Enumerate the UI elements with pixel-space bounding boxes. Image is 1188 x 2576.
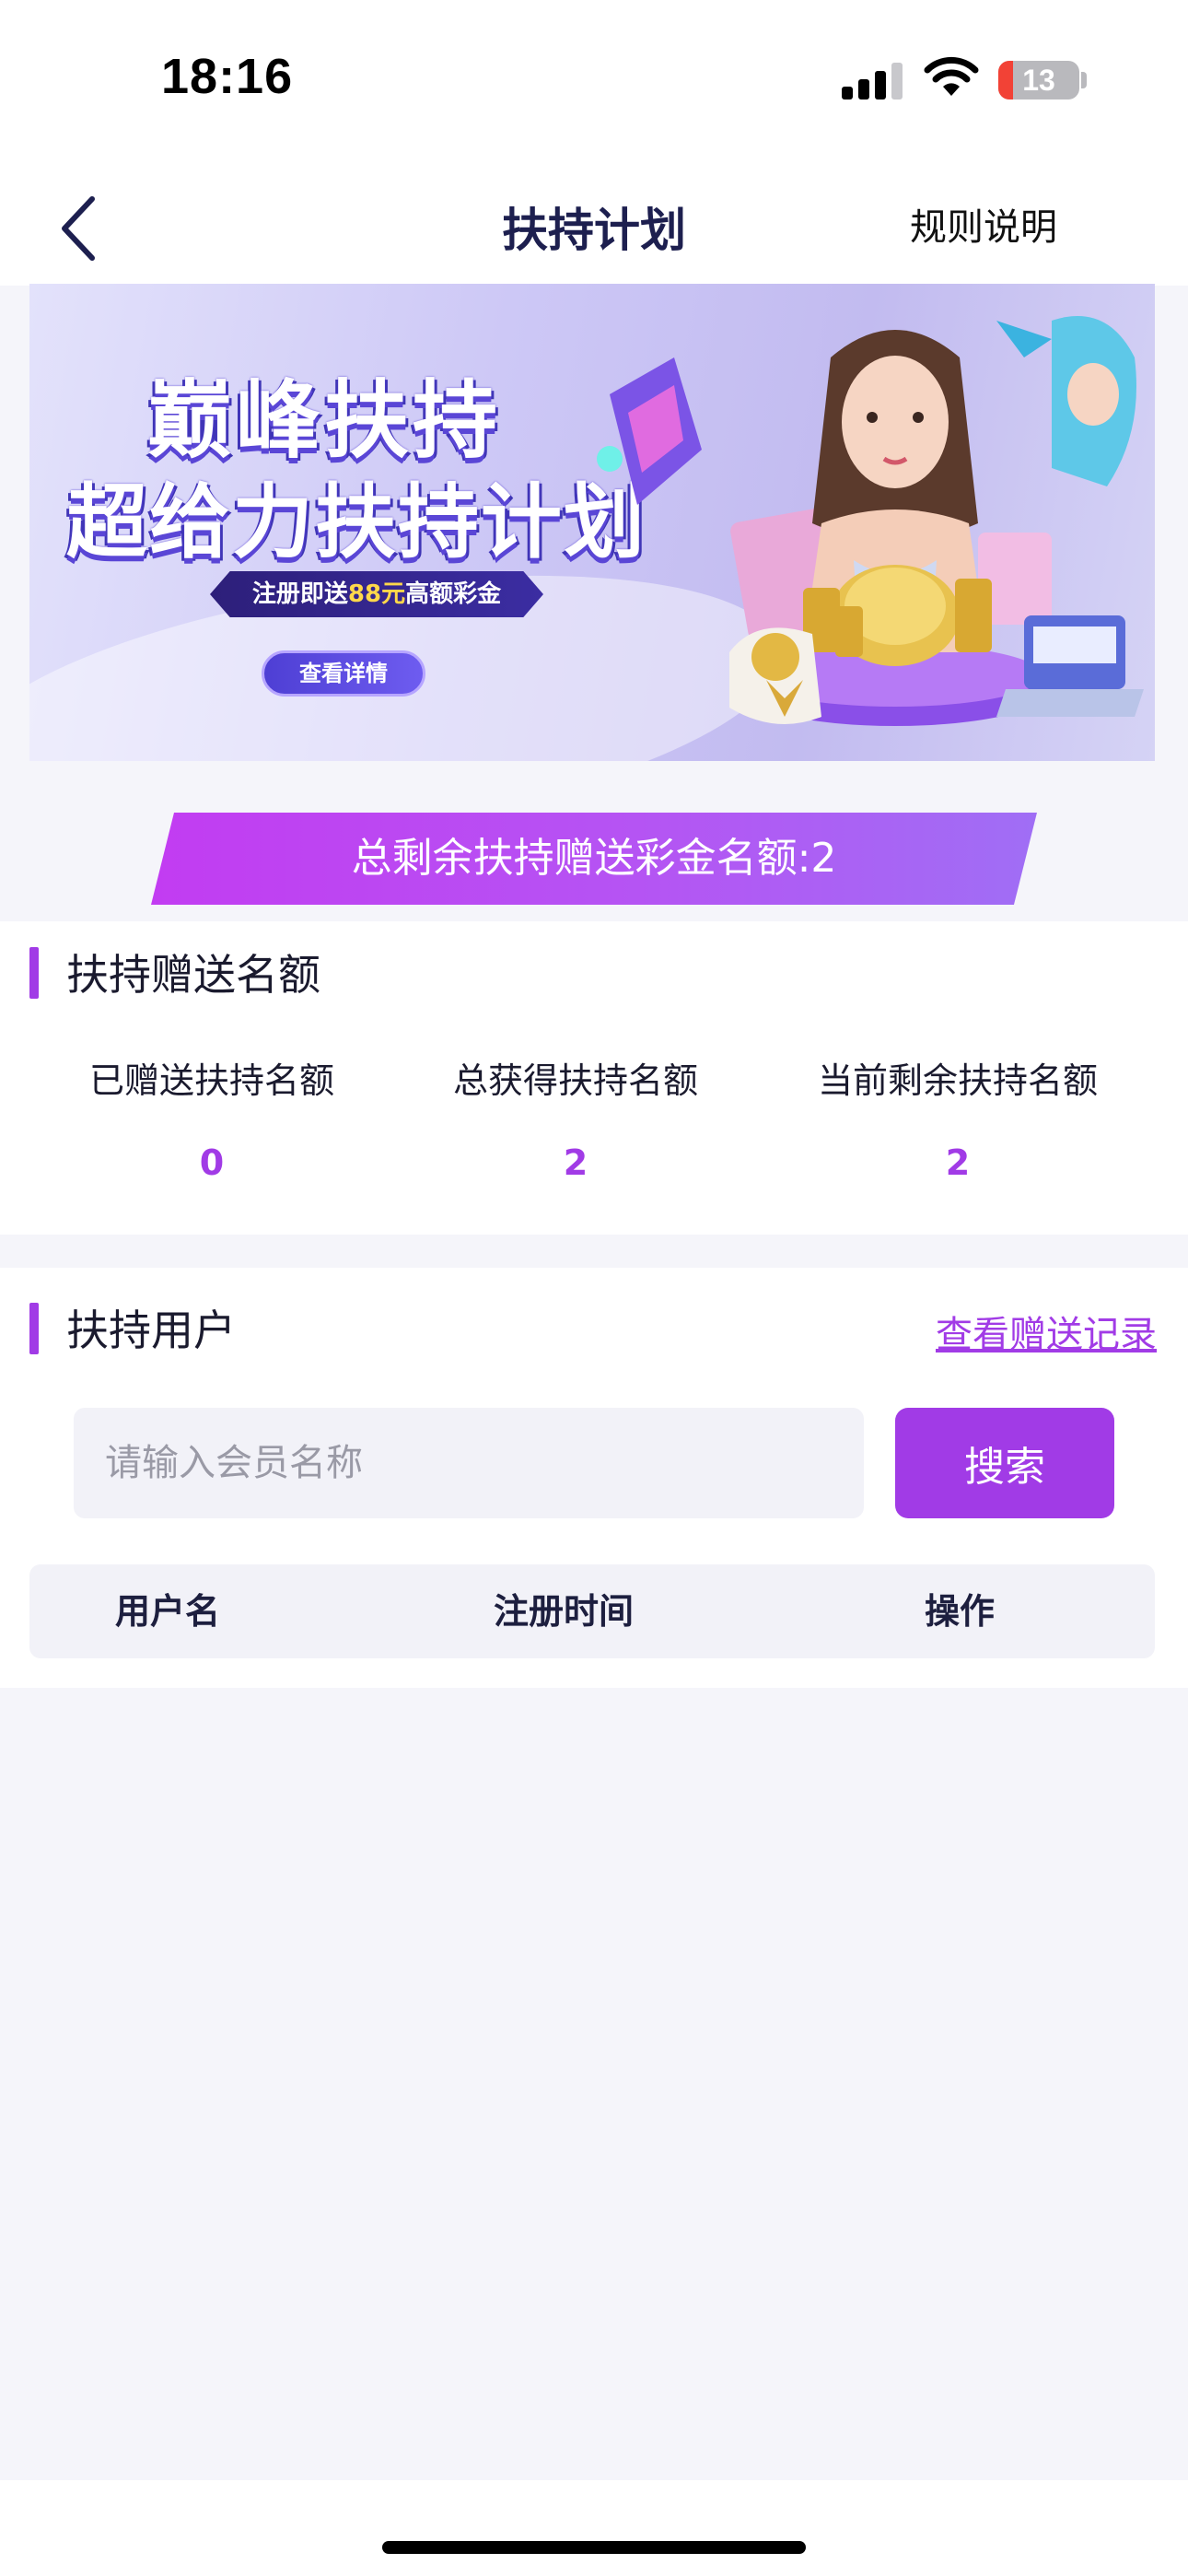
remaining-quota-banner: 总剩余扶持赠送彩金名额:2: [151, 813, 1037, 905]
column-header-register-time: 注册时间: [493, 1591, 634, 1632]
column-header-action: 操作: [924, 1591, 995, 1632]
nav-bar: 扶持计划 规则说明: [0, 157, 1188, 286]
support-quota-title: 扶持赠送名额: [66, 950, 320, 1000]
stat-label-remaining: 当前剩余扶持名额: [817, 1060, 1098, 1101]
users-table-header: 用户名 注册时间 操作: [29, 1564, 1155, 1658]
home-indicator[interactable]: [382, 2541, 806, 2554]
section-accent-bar: [29, 947, 39, 999]
stat-label-given: 已赠送扶持名额: [88, 1060, 334, 1101]
promo-prefix: 注册即送: [251, 580, 348, 608]
cellular-signal-icon: [842, 63, 903, 100]
bottom-safe-area: [0, 2480, 1188, 2576]
battery-nub: [1081, 72, 1087, 88]
promo-suffix: 高额彩金: [405, 580, 502, 608]
banner-title-line2: 超给力扶持计划: [66, 474, 647, 569]
stat-value-remaining: 2: [945, 1142, 971, 1183]
column-header-username: 用户名: [114, 1591, 220, 1632]
rules-button[interactable]: 规则说明: [910, 197, 1057, 251]
support-users-section: 扶持用户 查看赠送记录 搜索 用户名 注册时间 操作: [0, 1268, 1188, 1688]
banner-promo-pill: 注册即送88元高额彩金: [210, 571, 543, 617]
view-gift-records-link[interactable]: 查看赠送记录: [936, 1305, 1157, 1358]
section-accent-bar: [29, 1303, 39, 1354]
promo-banner[interactable]: 巅峰扶持 超给力扶持计划 注册即送88元高额彩金 查看详情: [29, 284, 1155, 761]
banner-illustration: [597, 316, 1144, 726]
support-users-title: 扶持用户: [66, 1306, 236, 1355]
search-button[interactable]: 搜索: [895, 1408, 1114, 1518]
status-time: 18:16: [161, 49, 294, 104]
banner-detail-button[interactable]: 查看详情: [262, 650, 425, 697]
member-search-input[interactable]: [74, 1408, 864, 1518]
stat-value-total: 2: [563, 1142, 588, 1183]
stat-value-given: 0: [199, 1142, 225, 1183]
battery-icon: 13: [998, 61, 1079, 100]
promo-amount: 88元: [347, 580, 406, 608]
status-bar: 18:16 13: [0, 0, 1188, 157]
wifi-icon: [924, 56, 979, 96]
stat-label-total: 总获得扶持名额: [452, 1060, 698, 1101]
battery-level: 13: [1022, 64, 1055, 97]
support-quota-section: 扶持赠送名额 已赠送扶持名额 0 总获得扶持名额 2 当前剩余扶持名额 2: [0, 921, 1188, 1235]
